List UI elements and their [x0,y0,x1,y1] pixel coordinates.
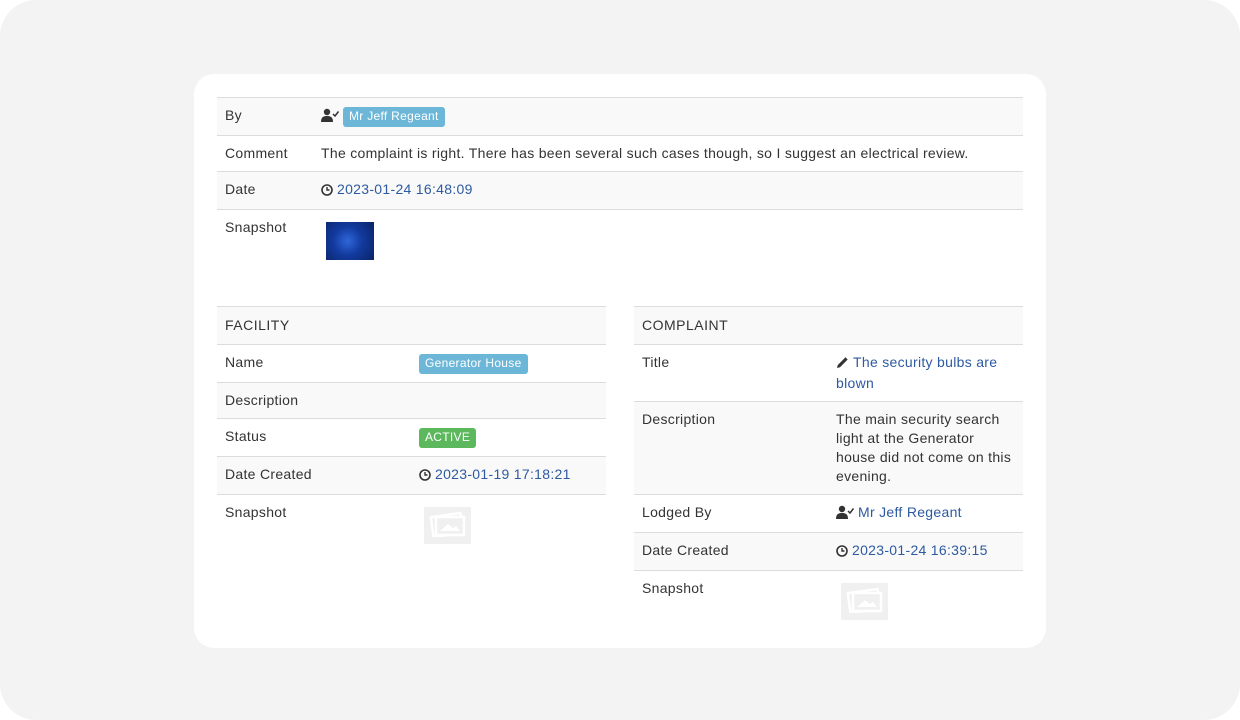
snapshot-cell [313,210,1023,269]
user-check-icon [321,108,340,127]
complaint-snapshot-label: Snapshot [642,580,704,596]
row-date: Date 2023-01-24 16:48:09 [217,171,1023,210]
facility-description-value [411,382,606,419]
pencil-icon [836,355,849,374]
facility-row-snapshot: Snapshot [217,494,606,553]
facility-name-cell: Generator House [411,345,606,383]
facility-table: FACILITY Name Generator House Descriptio… [217,306,606,552]
complaint-title-cell: The security bulbs are blown [828,345,1023,402]
complaint-header-row: COMPLAINT [634,306,1023,345]
row-comment: Comment The complaint is right. There ha… [217,135,1023,172]
row-snapshot: Snapshot [217,209,1023,269]
facility-date-created-link[interactable]: 2023-01-19 17:18:21 [435,466,571,482]
comment-label: Comment [225,145,288,161]
user-check-icon [836,505,855,524]
by-badge[interactable]: Mr Jeff Regeant [343,107,445,127]
complaint-row-date-created: Date Created 2023-01-24 16:39:15 [634,532,1023,571]
facility-date-created-label: Date Created [217,456,411,495]
complaint-lodged-by-cell: Mr Jeff Regeant [828,495,1023,533]
date-label: Date [217,171,313,210]
facility-status-cell: ACTIVE [411,419,606,457]
complaint-row-title: Title The security bulbs are blown [634,344,1023,402]
facility-status-label: Status [225,428,267,444]
by-label: By [217,97,313,136]
complaint-title-label: Title [642,354,670,370]
complaint-row-lodged-by: Lodged By Mr Jeff Regeant [634,494,1023,533]
facility-row-name: Name Generator House [217,344,606,383]
facility-header-row: FACILITY [217,306,606,345]
complaint-title-link[interactable]: The security bulbs are blown [836,354,997,391]
complaint-header: COMPLAINT [634,306,1023,345]
facility-panel: FACILITY Name Generator House Descriptio… [217,306,606,552]
complaint-snapshot-placeholder[interactable] [841,583,888,620]
complaint-row-description: Description The main security search lig… [634,401,1023,495]
complaint-table: COMPLAINT Title The security bulbs are b… [634,306,1023,628]
image-placeholder-icon [845,585,885,618]
facility-snapshot-cell [411,495,606,553]
facility-date-created-cell: 2023-01-19 17:18:21 [411,456,606,495]
snapshot-thumbnail[interactable] [326,222,374,260]
status-badge: ACTIVE [419,428,477,448]
clock-icon [321,182,333,201]
complaint-description-value: The main security search light at the Ge… [828,401,1023,495]
facility-snapshot-label: Snapshot [225,504,287,520]
complaint-lodged-by-label: Lodged By [642,504,712,520]
facility-row-date-created: Date Created 2023-01-19 17:18:21 [217,456,606,495]
complaint-date-created-cell: 2023-01-24 16:39:15 [828,532,1023,571]
complaint-date-created-label: Date Created [634,532,828,571]
facility-header: FACILITY [217,306,606,345]
complaint-description-label: Description [634,401,828,495]
facility-row-status: Status ACTIVE [217,418,606,457]
comment-table: By Mr Jeff Regeant Comment The complaint… [217,97,1023,268]
complaint-row-snapshot: Snapshot [634,570,1023,629]
facility-row-description: Description [217,382,606,419]
complaint-lodged-by-link[interactable]: Mr Jeff Regeant [858,504,962,520]
clock-icon [836,543,848,562]
page-background: By Mr Jeff Regeant Comment The complaint… [0,0,1240,720]
facility-snapshot-placeholder[interactable] [424,507,471,544]
complaint-snapshot-cell [828,571,1023,629]
comment-value: The complaint is right. There has been s… [321,145,969,161]
clock-icon [419,467,431,486]
image-placeholder-icon [428,509,468,542]
date-link[interactable]: 2023-01-24 16:48:09 [337,181,473,197]
complaint-date-created-link[interactable]: 2023-01-24 16:39:15 [852,542,988,558]
by-value-cell: Mr Jeff Regeant [313,97,1023,136]
details-card: By Mr Jeff Regeant Comment The complaint… [194,74,1046,648]
comment-details: By Mr Jeff Regeant Comment The complaint… [217,97,1023,268]
row-by: By Mr Jeff Regeant [217,97,1023,136]
date-value-cell: 2023-01-24 16:48:09 [313,171,1023,210]
complaint-panel: COMPLAINT Title The security bulbs are b… [634,306,1023,628]
facility-name-label: Name [225,354,264,370]
snapshot-label: Snapshot [225,219,287,235]
facility-name-badge[interactable]: Generator House [419,354,528,374]
facility-description-label: Description [217,382,411,419]
